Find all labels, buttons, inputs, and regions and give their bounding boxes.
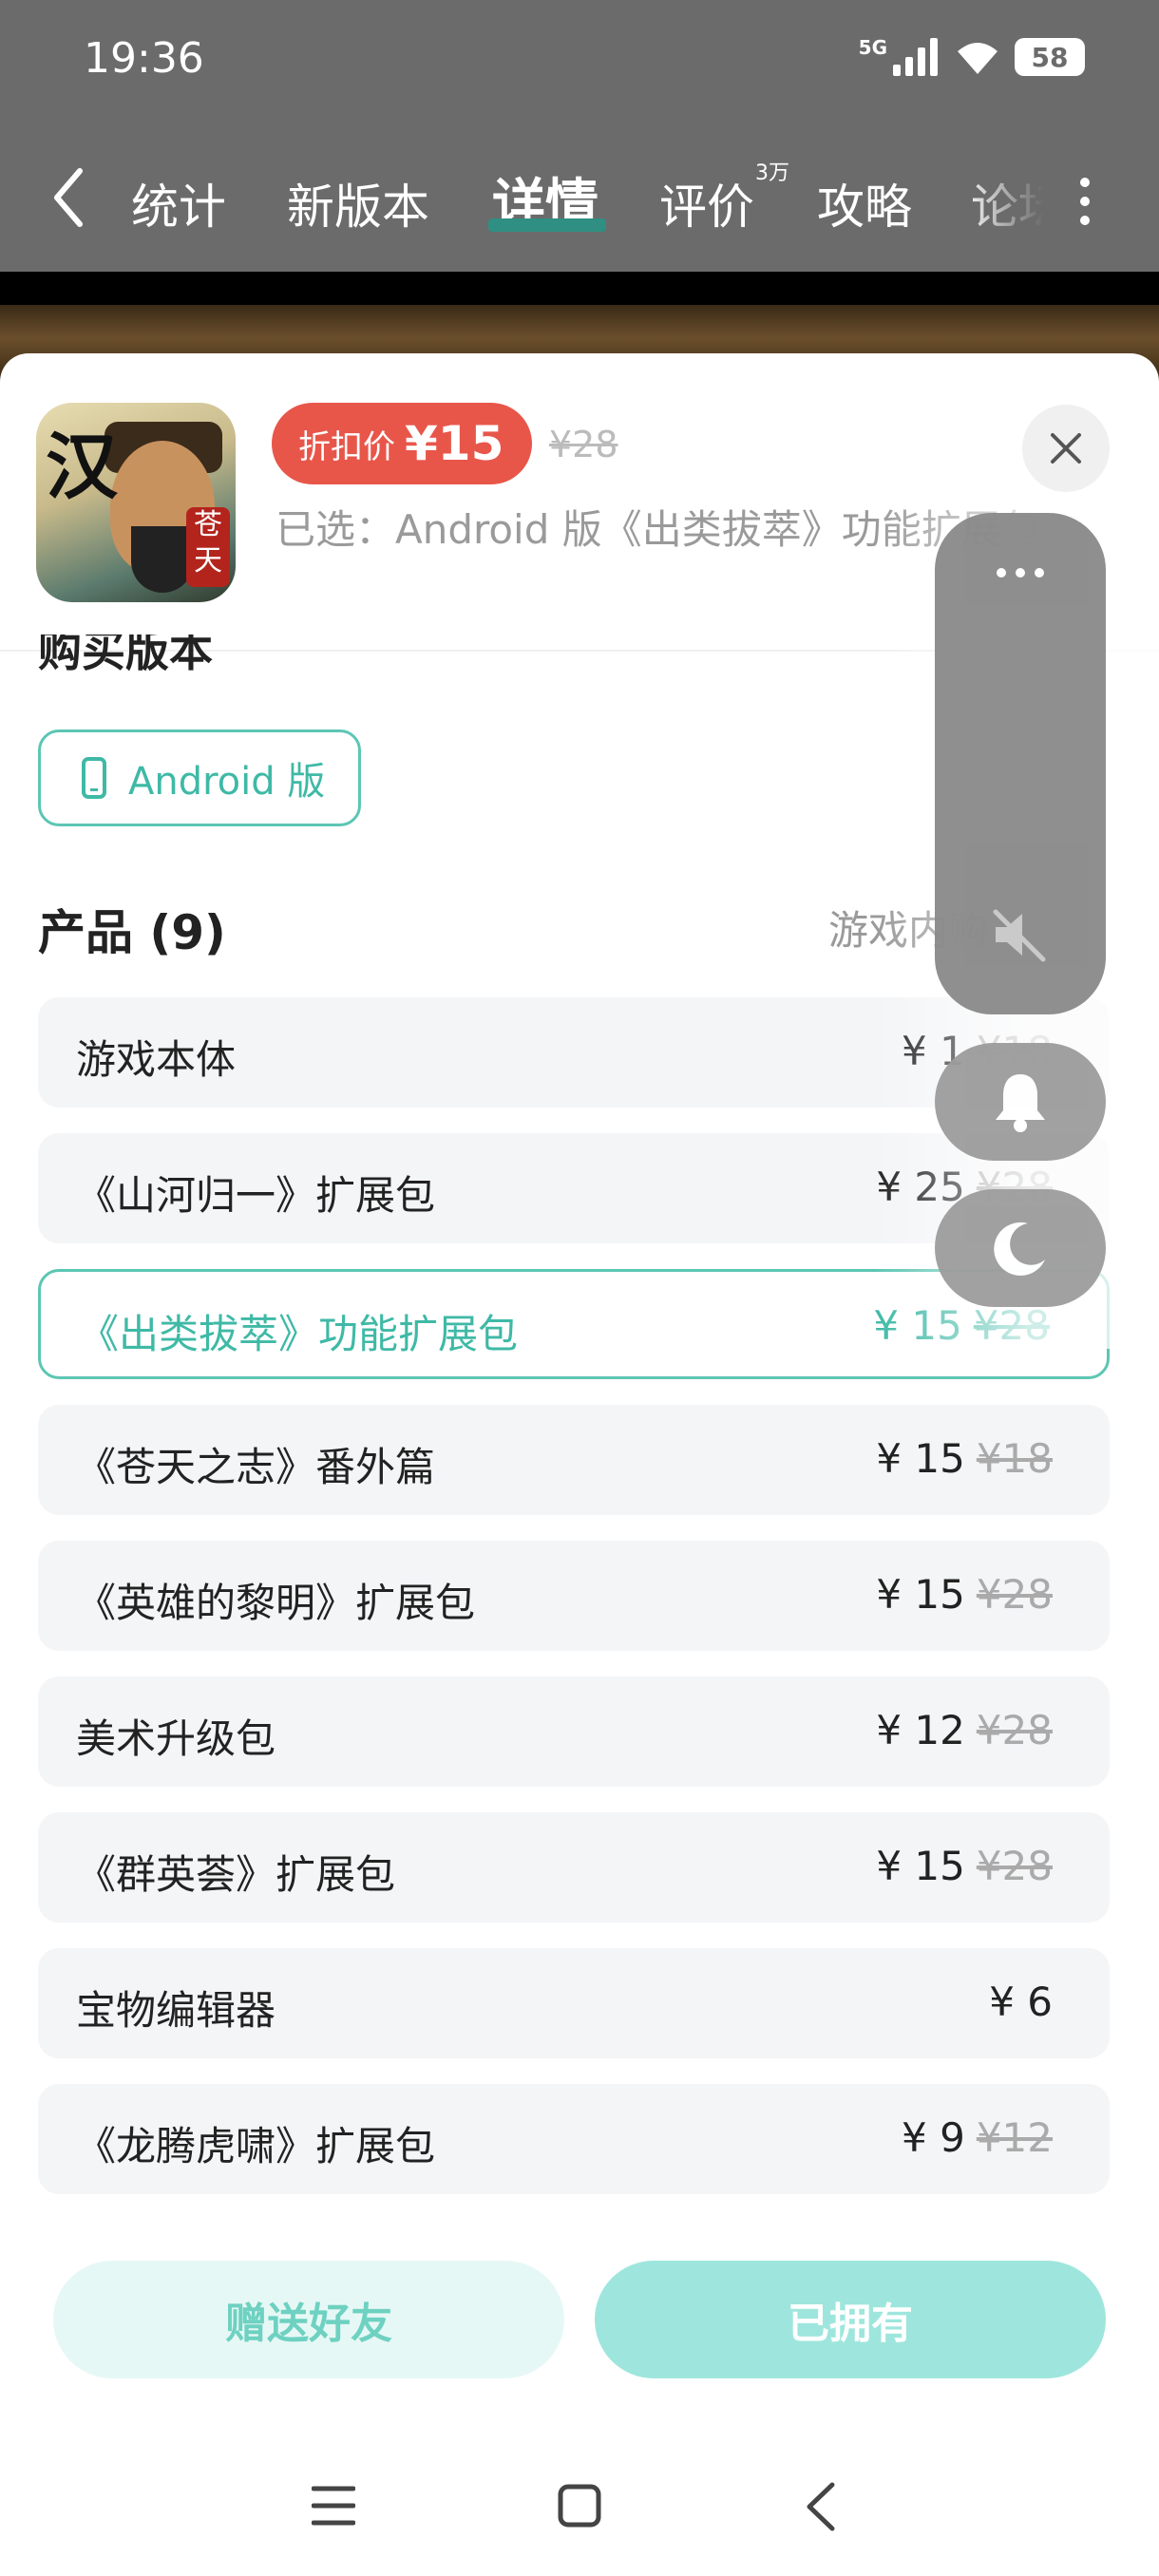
product-original-price: ¥28 xyxy=(976,1707,1053,1753)
product-price: ¥ 15 xyxy=(876,1435,965,1482)
product-name: 《英雄的黎明》扩展包 xyxy=(76,1580,476,1626)
product-name: 美术升级包 xyxy=(76,1715,276,1762)
gift-friend-button[interactable]: 赠送好友 xyxy=(53,2261,564,2378)
discount-label: 折扣价 xyxy=(298,427,395,466)
phone-icon xyxy=(82,757,106,799)
network-label: 5G xyxy=(858,36,887,59)
product-row[interactable]: 美术升级包 ¥ 12 ¥28 xyxy=(38,1676,1110,1787)
notification-toggle[interactable] xyxy=(935,1043,1106,1161)
more-options-icon[interactable] xyxy=(994,566,1047,579)
back-icon[interactable] xyxy=(49,167,87,228)
active-tab-indicator xyxy=(488,218,606,232)
product-name: 宝物编辑器 xyxy=(76,1987,276,2034)
owned-button[interactable]: 已拥有 xyxy=(595,2261,1106,2378)
product-name: 《出类拔萃》功能扩展包 xyxy=(79,1311,519,1357)
tab-reviews[interactable]: 评价 xyxy=(659,169,754,237)
product-original-price: ¥28 xyxy=(976,1571,1053,1618)
product-name: 《龙腾虎啸》扩展包 xyxy=(76,2123,436,2169)
signal-icon xyxy=(893,38,938,76)
tab-stats[interactable]: 统计 xyxy=(131,169,226,237)
product-row[interactable]: 《群英荟》扩展包 ¥ 15 ¥28 xyxy=(38,1812,1110,1923)
platform-label: Android 版 xyxy=(128,760,326,804)
product-row[interactable]: 《龙腾虎啸》扩展包 ¥ 9 ¥12 xyxy=(38,2084,1110,2194)
product-original-price: ¥18 xyxy=(976,1435,1053,1482)
battery-level: 58 xyxy=(1031,41,1069,73)
product-price-group: ¥ 12 ¥28 xyxy=(876,1707,1053,1753)
battery-icon: 58 xyxy=(1015,38,1085,76)
dark-mode-toggle[interactable] xyxy=(935,1189,1106,1307)
product-price-group: ¥ 15¥28 xyxy=(876,1571,1053,1618)
product-price-group: ¥ 9 ¥12 xyxy=(902,2114,1053,2161)
menu-icon[interactable] xyxy=(312,2485,355,2527)
close-icon xyxy=(1051,433,1081,464)
product-name: 游戏本体 xyxy=(76,1036,237,1083)
product-price-group: ¥ 15 ¥18 xyxy=(876,1435,1053,1482)
product-row[interactable]: 《英雄的黎明》扩展包 ¥ 15 ¥28 xyxy=(38,1541,1110,1651)
wifi-icon xyxy=(958,43,998,74)
reviews-count-badge: 3万 xyxy=(755,161,789,185)
product-name: 《山河归一》扩展包 xyxy=(76,1172,436,1219)
products-heading: 产品 (9) xyxy=(38,905,226,960)
bell-icon xyxy=(996,1074,1045,1132)
buy-version-heading: 购买版本 xyxy=(38,635,213,676)
product-price: ¥ 12 xyxy=(876,1707,965,1753)
tab-guides[interactable]: 攻略 xyxy=(817,169,912,237)
product-price: ¥ 15 xyxy=(876,1571,965,1618)
icon-beard xyxy=(131,526,194,593)
product-original-price: ¥12 xyxy=(976,2114,1053,2161)
nav-back-icon[interactable] xyxy=(804,2481,838,2532)
product-row[interactable]: 宝物编辑器 ¥ 6 xyxy=(38,1948,1110,2058)
moon-icon xyxy=(994,1222,1045,1276)
volume-panel[interactable] xyxy=(935,513,1106,1014)
tab-fade xyxy=(960,142,1064,247)
more-icon[interactable] xyxy=(1074,175,1096,228)
status-icons: 5G 58 xyxy=(859,32,1085,82)
status-time: 19:36 xyxy=(84,34,204,83)
product-price: ¥ 6 xyxy=(989,1979,1053,2025)
icon-title-char: 汉 xyxy=(46,425,118,509)
product-original-price: ¥28 xyxy=(976,1843,1053,1889)
home-icon[interactable] xyxy=(557,2483,602,2529)
tab-new-version[interactable]: 新版本 xyxy=(287,169,429,237)
platform-android-chip[interactable]: Android 版 xyxy=(38,729,361,826)
product-price-group: ¥ 6 xyxy=(989,1979,1053,2025)
mute-icon[interactable] xyxy=(990,904,1051,965)
product-name: 《苍天之志》番外篇 xyxy=(76,1444,436,1490)
current-price: ¥15 xyxy=(405,416,504,471)
product-row[interactable]: 《苍天之志》番外篇 ¥ 15 ¥18 xyxy=(38,1405,1110,1515)
product-price: ¥ 15 xyxy=(876,1843,965,1889)
discount-price-pill: 折扣价 ¥15 xyxy=(272,403,532,484)
product-name: 《群英荟》扩展包 xyxy=(76,1851,396,1898)
icon-seal: 苍天 xyxy=(186,507,230,587)
close-button[interactable] xyxy=(1022,405,1110,492)
original-price: ¥28 xyxy=(549,424,618,465)
app-icon: 汉 苍天 xyxy=(36,403,236,602)
product-price-group: ¥ 15¥28 xyxy=(876,1843,1053,1889)
system-nav-bar xyxy=(0,2460,1159,2555)
product-price: ¥ 9 xyxy=(902,2114,965,2161)
